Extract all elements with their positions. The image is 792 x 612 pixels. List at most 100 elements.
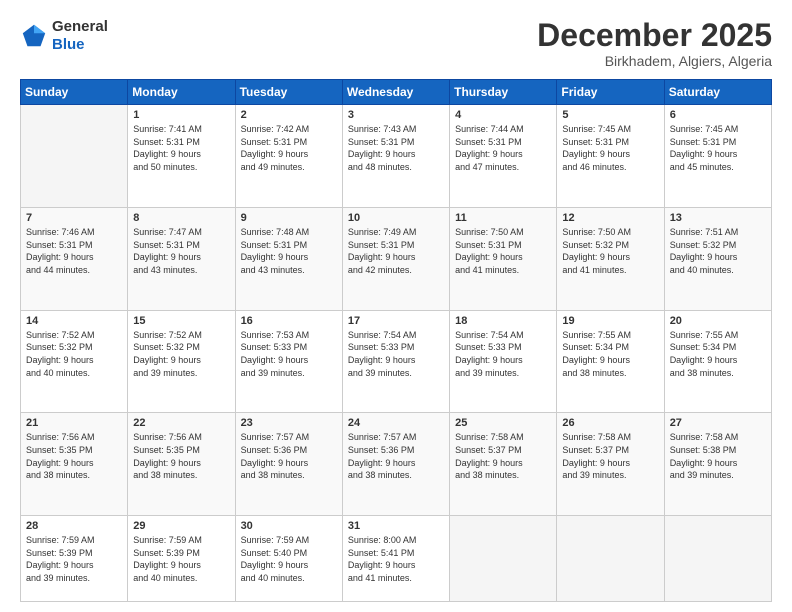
col-wednesday: Wednesday	[342, 80, 449, 105]
table-row: 28 Sunrise: 7:59 AM Sunset: 5:39 PM Dayli…	[21, 516, 128, 602]
table-row	[557, 516, 664, 602]
table-row: 8 Sunrise: 7:47 AM Sunset: 5:31 PM Daylig…	[128, 207, 235, 310]
day-number: 25	[455, 417, 551, 429]
location: Birkhadem, Algiers, Algeria	[537, 53, 772, 69]
day-info: Sunrise: 7:50 AM Sunset: 5:32 PM Dayligh…	[562, 226, 658, 276]
day-number: 17	[348, 315, 444, 327]
logo-icon	[20, 22, 48, 50]
day-number: 8	[133, 212, 229, 224]
day-number: 30	[241, 520, 337, 532]
col-thursday: Thursday	[450, 80, 557, 105]
page: General Blue December 2025 Birkhadem, Al…	[0, 0, 792, 612]
day-number: 4	[455, 109, 551, 121]
day-info: Sunrise: 7:49 AM Sunset: 5:31 PM Dayligh…	[348, 226, 444, 276]
day-number: 22	[133, 417, 229, 429]
day-info: Sunrise: 7:51 AM Sunset: 5:32 PM Dayligh…	[670, 226, 766, 276]
day-number: 23	[241, 417, 337, 429]
day-number: 2	[241, 109, 337, 121]
header: General Blue December 2025 Birkhadem, Al…	[20, 18, 772, 69]
table-row: 11 Sunrise: 7:50 AM Sunset: 5:31 PM Dayli…	[450, 207, 557, 310]
table-row: 25Sunrise: 7:58 AM Sunset: 5:37 PM Dayli…	[450, 413, 557, 516]
table-row: 29 Sunrise: 7:59 AM Sunset: 5:39 PM Dayli…	[128, 516, 235, 602]
day-info: Sunrise: 7:54 AM Sunset: 5:33 PM Dayligh…	[455, 329, 551, 379]
day-number: 19	[562, 315, 658, 327]
day-info: Sunrise: 7:48 AM Sunset: 5:31 PM Dayligh…	[241, 226, 337, 276]
day-number: 31	[348, 520, 444, 532]
logo-blue-text: Blue	[52, 36, 108, 54]
day-info: Sunrise: 7:57 AM Sunset: 5:36 PM Dayligh…	[241, 431, 337, 481]
col-friday: Friday	[557, 80, 664, 105]
table-row: 17 Sunrise: 7:54 AM Sunset: 5:33 PM Dayli…	[342, 310, 449, 413]
col-tuesday: Tuesday	[235, 80, 342, 105]
day-number: 13	[670, 212, 766, 224]
day-info: Sunrise: 7:50 AM Sunset: 5:31 PM Dayligh…	[455, 226, 551, 276]
col-saturday: Saturday	[664, 80, 771, 105]
table-row: 23 Sunrise: 7:57 AM Sunset: 5:36 PM Dayli…	[235, 413, 342, 516]
day-info: Sunrise: 7:42 AM Sunset: 5:31 PM Dayligh…	[241, 123, 337, 173]
day-info: Sunrise: 7:41 AM Sunset: 5:31 PM Dayligh…	[133, 123, 229, 173]
day-info: Sunrise: 7:45 AM Sunset: 5:31 PM Dayligh…	[670, 123, 766, 173]
day-info: Sunrise: 7:44 AM Sunset: 5:31 PM Dayligh…	[455, 123, 551, 173]
day-info: Sunrise: 7:56 AM Sunset: 5:35 PM Dayligh…	[26, 431, 122, 481]
table-row: 24Sunrise: 7:57 AM Sunset: 5:36 PM Dayli…	[342, 413, 449, 516]
logo-text: General Blue	[52, 18, 108, 54]
day-number: 28	[26, 520, 122, 532]
month-title: December 2025	[537, 18, 772, 53]
day-number: 27	[670, 417, 766, 429]
logo: General Blue	[20, 18, 108, 54]
table-row	[21, 105, 128, 208]
table-row: 4 Sunrise: 7:44 AM Sunset: 5:31 PM Daylig…	[450, 105, 557, 208]
day-info: Sunrise: 7:58 AM Sunset: 5:38 PM Dayligh…	[670, 431, 766, 481]
day-info: Sunrise: 7:43 AM Sunset: 5:31 PM Dayligh…	[348, 123, 444, 173]
table-row: 20Sunrise: 7:55 AM Sunset: 5:34 PM Dayli…	[664, 310, 771, 413]
day-info: Sunrise: 8:00 AM Sunset: 5:41 PM Dayligh…	[348, 534, 444, 584]
table-row: 21Sunrise: 7:56 AM Sunset: 5:35 PM Dayli…	[21, 413, 128, 516]
table-row: 18 Sunrise: 7:54 AM Sunset: 5:33 PM Dayli…	[450, 310, 557, 413]
day-number: 26	[562, 417, 658, 429]
day-info: Sunrise: 7:58 AM Sunset: 5:37 PM Dayligh…	[562, 431, 658, 481]
day-number: 7	[26, 212, 122, 224]
day-number: 10	[348, 212, 444, 224]
table-row: 15 Sunrise: 7:52 AM Sunset: 5:32 PM Dayli…	[128, 310, 235, 413]
day-number: 29	[133, 520, 229, 532]
day-number: 3	[348, 109, 444, 121]
day-info: Sunrise: 7:59 AM Sunset: 5:40 PM Dayligh…	[241, 534, 337, 584]
day-number: 1	[133, 109, 229, 121]
table-row: 27 Sunrise: 7:58 AM Sunset: 5:38 PM Dayli…	[664, 413, 771, 516]
day-info: Sunrise: 7:46 AM Sunset: 5:31 PM Dayligh…	[26, 226, 122, 276]
table-row: 26 Sunrise: 7:58 AM Sunset: 5:37 PM Dayli…	[557, 413, 664, 516]
calendar-header-row: Sunday Monday Tuesday Wednesday Thursday…	[21, 80, 772, 105]
table-row	[664, 516, 771, 602]
title-block: December 2025 Birkhadem, Algiers, Algeri…	[537, 18, 772, 69]
day-number: 14	[26, 315, 122, 327]
table-row: 6Sunrise: 7:45 AM Sunset: 5:31 PM Daylig…	[664, 105, 771, 208]
table-row: 3 Sunrise: 7:43 AM Sunset: 5:31 PM Daylig…	[342, 105, 449, 208]
table-row: 1 Sunrise: 7:41 AM Sunset: 5:31 PM Daylig…	[128, 105, 235, 208]
table-row: 12 Sunrise: 7:50 AM Sunset: 5:32 PM Dayli…	[557, 207, 664, 310]
day-number: 12	[562, 212, 658, 224]
day-info: Sunrise: 7:59 AM Sunset: 5:39 PM Dayligh…	[26, 534, 122, 584]
day-info: Sunrise: 7:57 AM Sunset: 5:36 PM Dayligh…	[348, 431, 444, 481]
day-number: 15	[133, 315, 229, 327]
table-row: 14 Sunrise: 7:52 AM Sunset: 5:32 PM Dayli…	[21, 310, 128, 413]
table-row: 9 Sunrise: 7:48 AM Sunset: 5:31 PM Daylig…	[235, 207, 342, 310]
day-number: 20	[670, 315, 766, 327]
day-info: Sunrise: 7:56 AM Sunset: 5:35 PM Dayligh…	[133, 431, 229, 481]
table-row: 5Sunrise: 7:45 AM Sunset: 5:31 PM Daylig…	[557, 105, 664, 208]
day-number: 9	[241, 212, 337, 224]
table-row: 22 Sunrise: 7:56 AM Sunset: 5:35 PM Dayli…	[128, 413, 235, 516]
day-info: Sunrise: 7:47 AM Sunset: 5:31 PM Dayligh…	[133, 226, 229, 276]
day-info: Sunrise: 7:59 AM Sunset: 5:39 PM Dayligh…	[133, 534, 229, 584]
day-number: 16	[241, 315, 337, 327]
day-info: Sunrise: 7:52 AM Sunset: 5:32 PM Dayligh…	[26, 329, 122, 379]
table-row	[450, 516, 557, 602]
col-monday: Monday	[128, 80, 235, 105]
day-number: 11	[455, 212, 551, 224]
day-info: Sunrise: 7:54 AM Sunset: 5:33 PM Dayligh…	[348, 329, 444, 379]
col-sunday: Sunday	[21, 80, 128, 105]
table-row: 16 Sunrise: 7:53 AM Sunset: 5:33 PM Dayli…	[235, 310, 342, 413]
table-row: 10 Sunrise: 7:49 AM Sunset: 5:31 PM Dayli…	[342, 207, 449, 310]
day-number: 18	[455, 315, 551, 327]
day-info: Sunrise: 7:52 AM Sunset: 5:32 PM Dayligh…	[133, 329, 229, 379]
day-info: Sunrise: 7:53 AM Sunset: 5:33 PM Dayligh…	[241, 329, 337, 379]
